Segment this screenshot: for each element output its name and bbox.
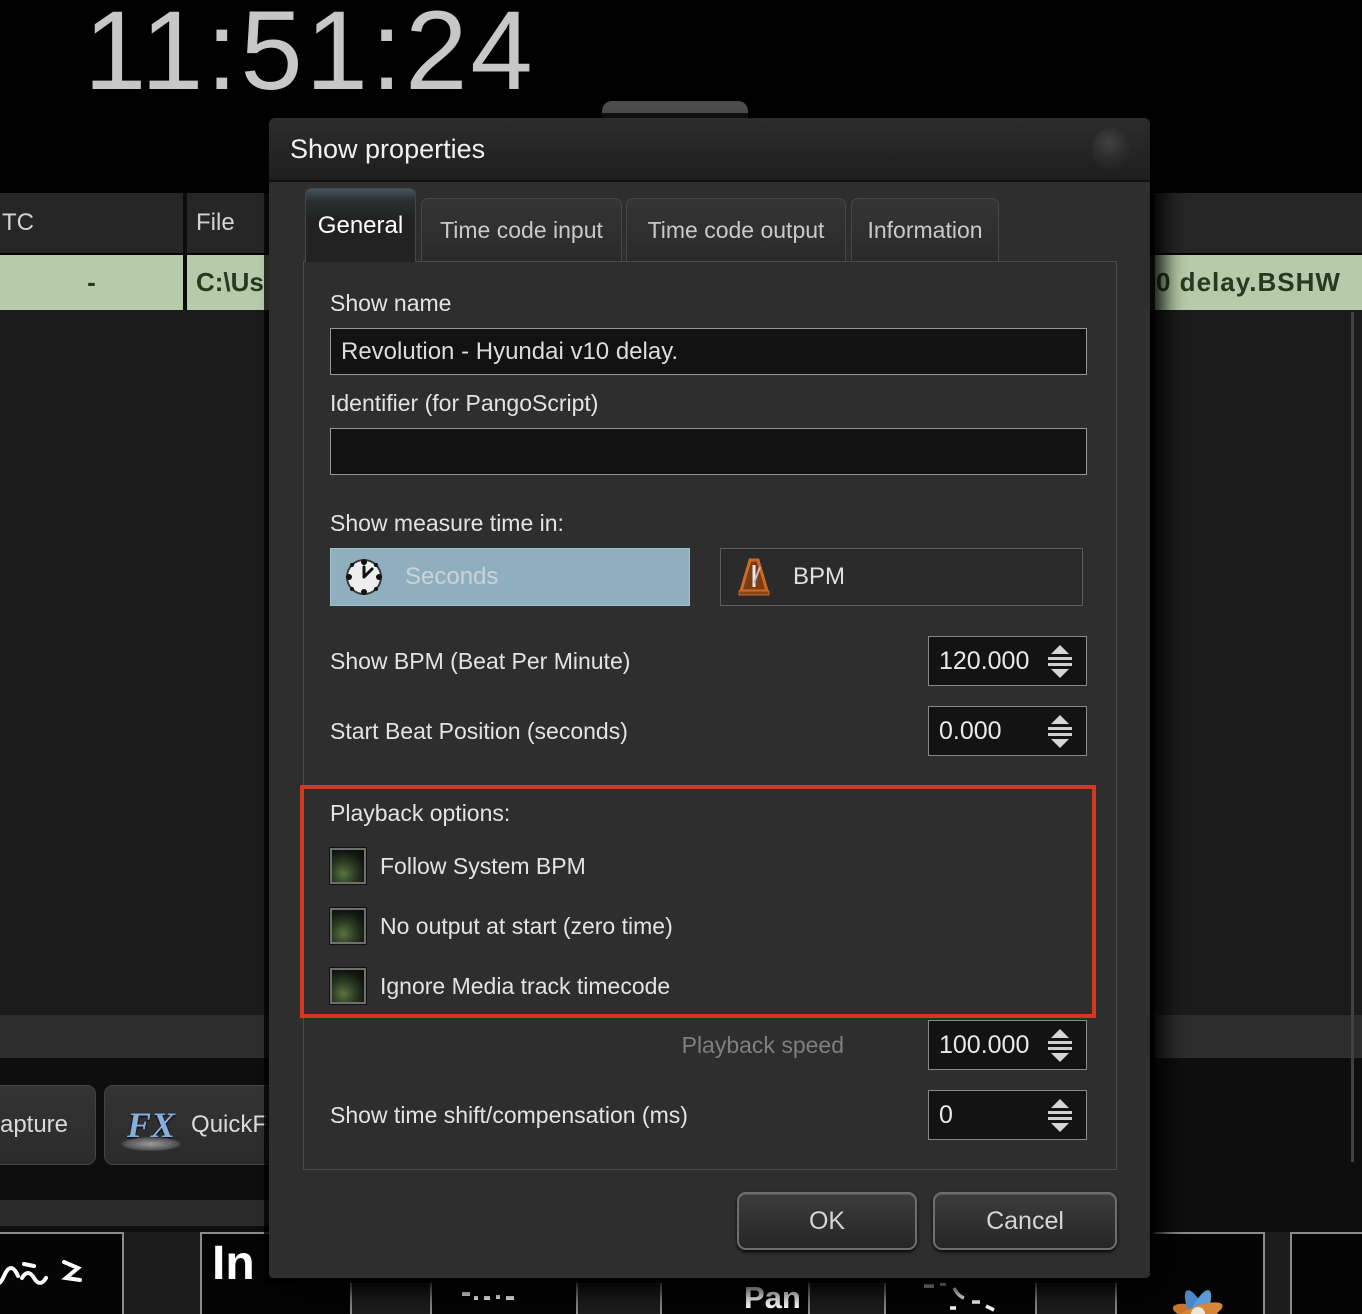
tab-time-code-input-label: Time code input [440, 217, 603, 244]
tab-time-code-output[interactable]: Time code output [626, 198, 846, 262]
measure-time-label: Show measure time in: [330, 510, 564, 537]
spin-divider [1048, 1041, 1072, 1044]
time-shift-spinner[interactable]: 0 [928, 1090, 1087, 1140]
spin-divider [1048, 1047, 1072, 1050]
time-shift-value[interactable]: 0 [929, 1101, 1038, 1130]
cancel-button[interactable]: Cancel [933, 1192, 1117, 1250]
cue-thumbnail-pan: Pan [744, 1280, 801, 1314]
cue-thumbnail-in: In [212, 1236, 255, 1291]
spin-up-icon[interactable] [1051, 1029, 1069, 1038]
playlist-cell-file-right: 0 delay.BSHW [1156, 255, 1341, 310]
tab-information[interactable]: Information [851, 198, 999, 262]
spin-down-icon[interactable] [1051, 1053, 1069, 1062]
start-beat-spinner[interactable]: 0.000 [928, 706, 1087, 756]
playback-speed-spin-buttons[interactable] [1038, 1029, 1086, 1062]
cue-thumbnail-squiggle [920, 1280, 1010, 1314]
cue-thumbnail-flower [1143, 1284, 1253, 1314]
big-clock: 11:51:24 [84, 0, 536, 115]
tab-capture[interactable]: apture [0, 1085, 96, 1165]
ignore-media-timecode-label: Ignore Media track timecode [380, 973, 670, 1000]
seconds-button-label: Seconds [405, 563, 498, 591]
checkbox-row-no-output: No output at start (zero time) [330, 906, 673, 946]
spin-divider [1048, 727, 1072, 730]
spin-divider [1048, 663, 1072, 666]
screen: 11:51:24 TC File - C:\Us 0 delay.BSHW ap… [0, 0, 1362, 1314]
spin-divider [1048, 1111, 1072, 1114]
tab-general[interactable]: General [305, 188, 416, 262]
playback-options-label: Playback options: [330, 800, 510, 827]
identifier-input[interactable] [330, 428, 1087, 475]
spin-divider [1048, 1117, 1072, 1120]
cue-thumbnail-scribble [0, 1234, 92, 1304]
spin-divider [1048, 657, 1072, 660]
spin-down-icon[interactable] [1051, 1123, 1069, 1132]
show-bpm-label: Show BPM (Beat Per Minute) [330, 648, 630, 675]
playback-speed-value[interactable]: 100.000 [929, 1031, 1038, 1060]
spin-up-icon[interactable] [1051, 645, 1069, 654]
tab-time-code-input[interactable]: Time code input [421, 198, 622, 262]
clock-icon [343, 556, 385, 598]
playback-speed-spinner[interactable]: 100.000 [928, 1020, 1087, 1070]
column-separator [183, 193, 187, 253]
cue-thumbnail-marks [460, 1288, 550, 1308]
playlist-cell-tc: - [0, 255, 183, 310]
start-beat-label: Start Beat Position (seconds) [330, 718, 628, 745]
tab-time-code-output-label: Time code output [648, 217, 825, 244]
show-name-label: Show name [330, 290, 451, 317]
column-header-tc[interactable]: TC [2, 193, 34, 253]
tab-quickfx-label: QuickF [191, 1111, 267, 1139]
cue-tile-7[interactable] [1290, 1232, 1362, 1314]
column-header-file[interactable]: File [196, 193, 235, 253]
checkbox-row-ignore-timecode: Ignore Media track timecode [330, 966, 670, 1006]
tab-general-label: General [318, 212, 403, 240]
spin-up-icon[interactable] [1051, 1099, 1069, 1108]
bpm-button-label: BPM [793, 563, 845, 591]
panel-edge-line [1351, 312, 1354, 1162]
cancel-button-label: Cancel [986, 1207, 1064, 1236]
ok-button[interactable]: OK [737, 1192, 917, 1250]
seconds-button[interactable]: Seconds [330, 548, 690, 606]
ignore-media-timecode-checkbox[interactable] [330, 968, 366, 1004]
no-output-at-start-label: No output at start (zero time) [380, 913, 673, 940]
dialog-title: Show properties [290, 134, 485, 165]
time-shift-label: Show time shift/compensation (ms) [330, 1102, 688, 1129]
spin-down-icon[interactable] [1051, 739, 1069, 748]
playback-speed-label: Playback speed [682, 1032, 844, 1059]
start-beat-spin-buttons[interactable] [1038, 715, 1086, 748]
show-bpm-value[interactable]: 120.000 [929, 647, 1038, 676]
start-beat-value[interactable]: 0.000 [929, 717, 1038, 746]
cue-tile-1[interactable] [0, 1232, 124, 1314]
spin-up-icon[interactable] [1051, 715, 1069, 724]
show-bpm-spin-buttons[interactable] [1038, 645, 1086, 678]
dialog-badge-icon [1092, 128, 1130, 170]
dialog-titlebar[interactable]: Show properties [269, 118, 1150, 182]
spin-down-icon[interactable] [1051, 669, 1069, 678]
show-name-input[interactable] [330, 328, 1087, 375]
show-properties-dialog: Show properties General Time code input … [269, 118, 1150, 1278]
ok-button-label: OK [809, 1207, 845, 1236]
checkbox-row-follow-bpm: Follow System BPM [330, 846, 586, 886]
cell-separator [183, 255, 187, 310]
spin-divider [1048, 733, 1072, 736]
fx-icon: FX [127, 1107, 175, 1143]
metronome-icon [737, 557, 771, 597]
tab-information-label: Information [867, 217, 982, 244]
tab-capture-label: apture [0, 1111, 68, 1139]
follow-system-bpm-label: Follow System BPM [380, 853, 586, 880]
show-bpm-spinner[interactable]: 120.000 [928, 636, 1087, 686]
bpm-button[interactable]: BPM [720, 548, 1083, 606]
playlist-cell-file-left: C:\Us [196, 255, 264, 310]
no-output-at-start-checkbox[interactable] [330, 908, 366, 944]
identifier-label: Identifier (for PangoScript) [330, 390, 598, 417]
follow-system-bpm-checkbox[interactable] [330, 848, 366, 884]
time-shift-spin-buttons[interactable] [1038, 1099, 1086, 1132]
